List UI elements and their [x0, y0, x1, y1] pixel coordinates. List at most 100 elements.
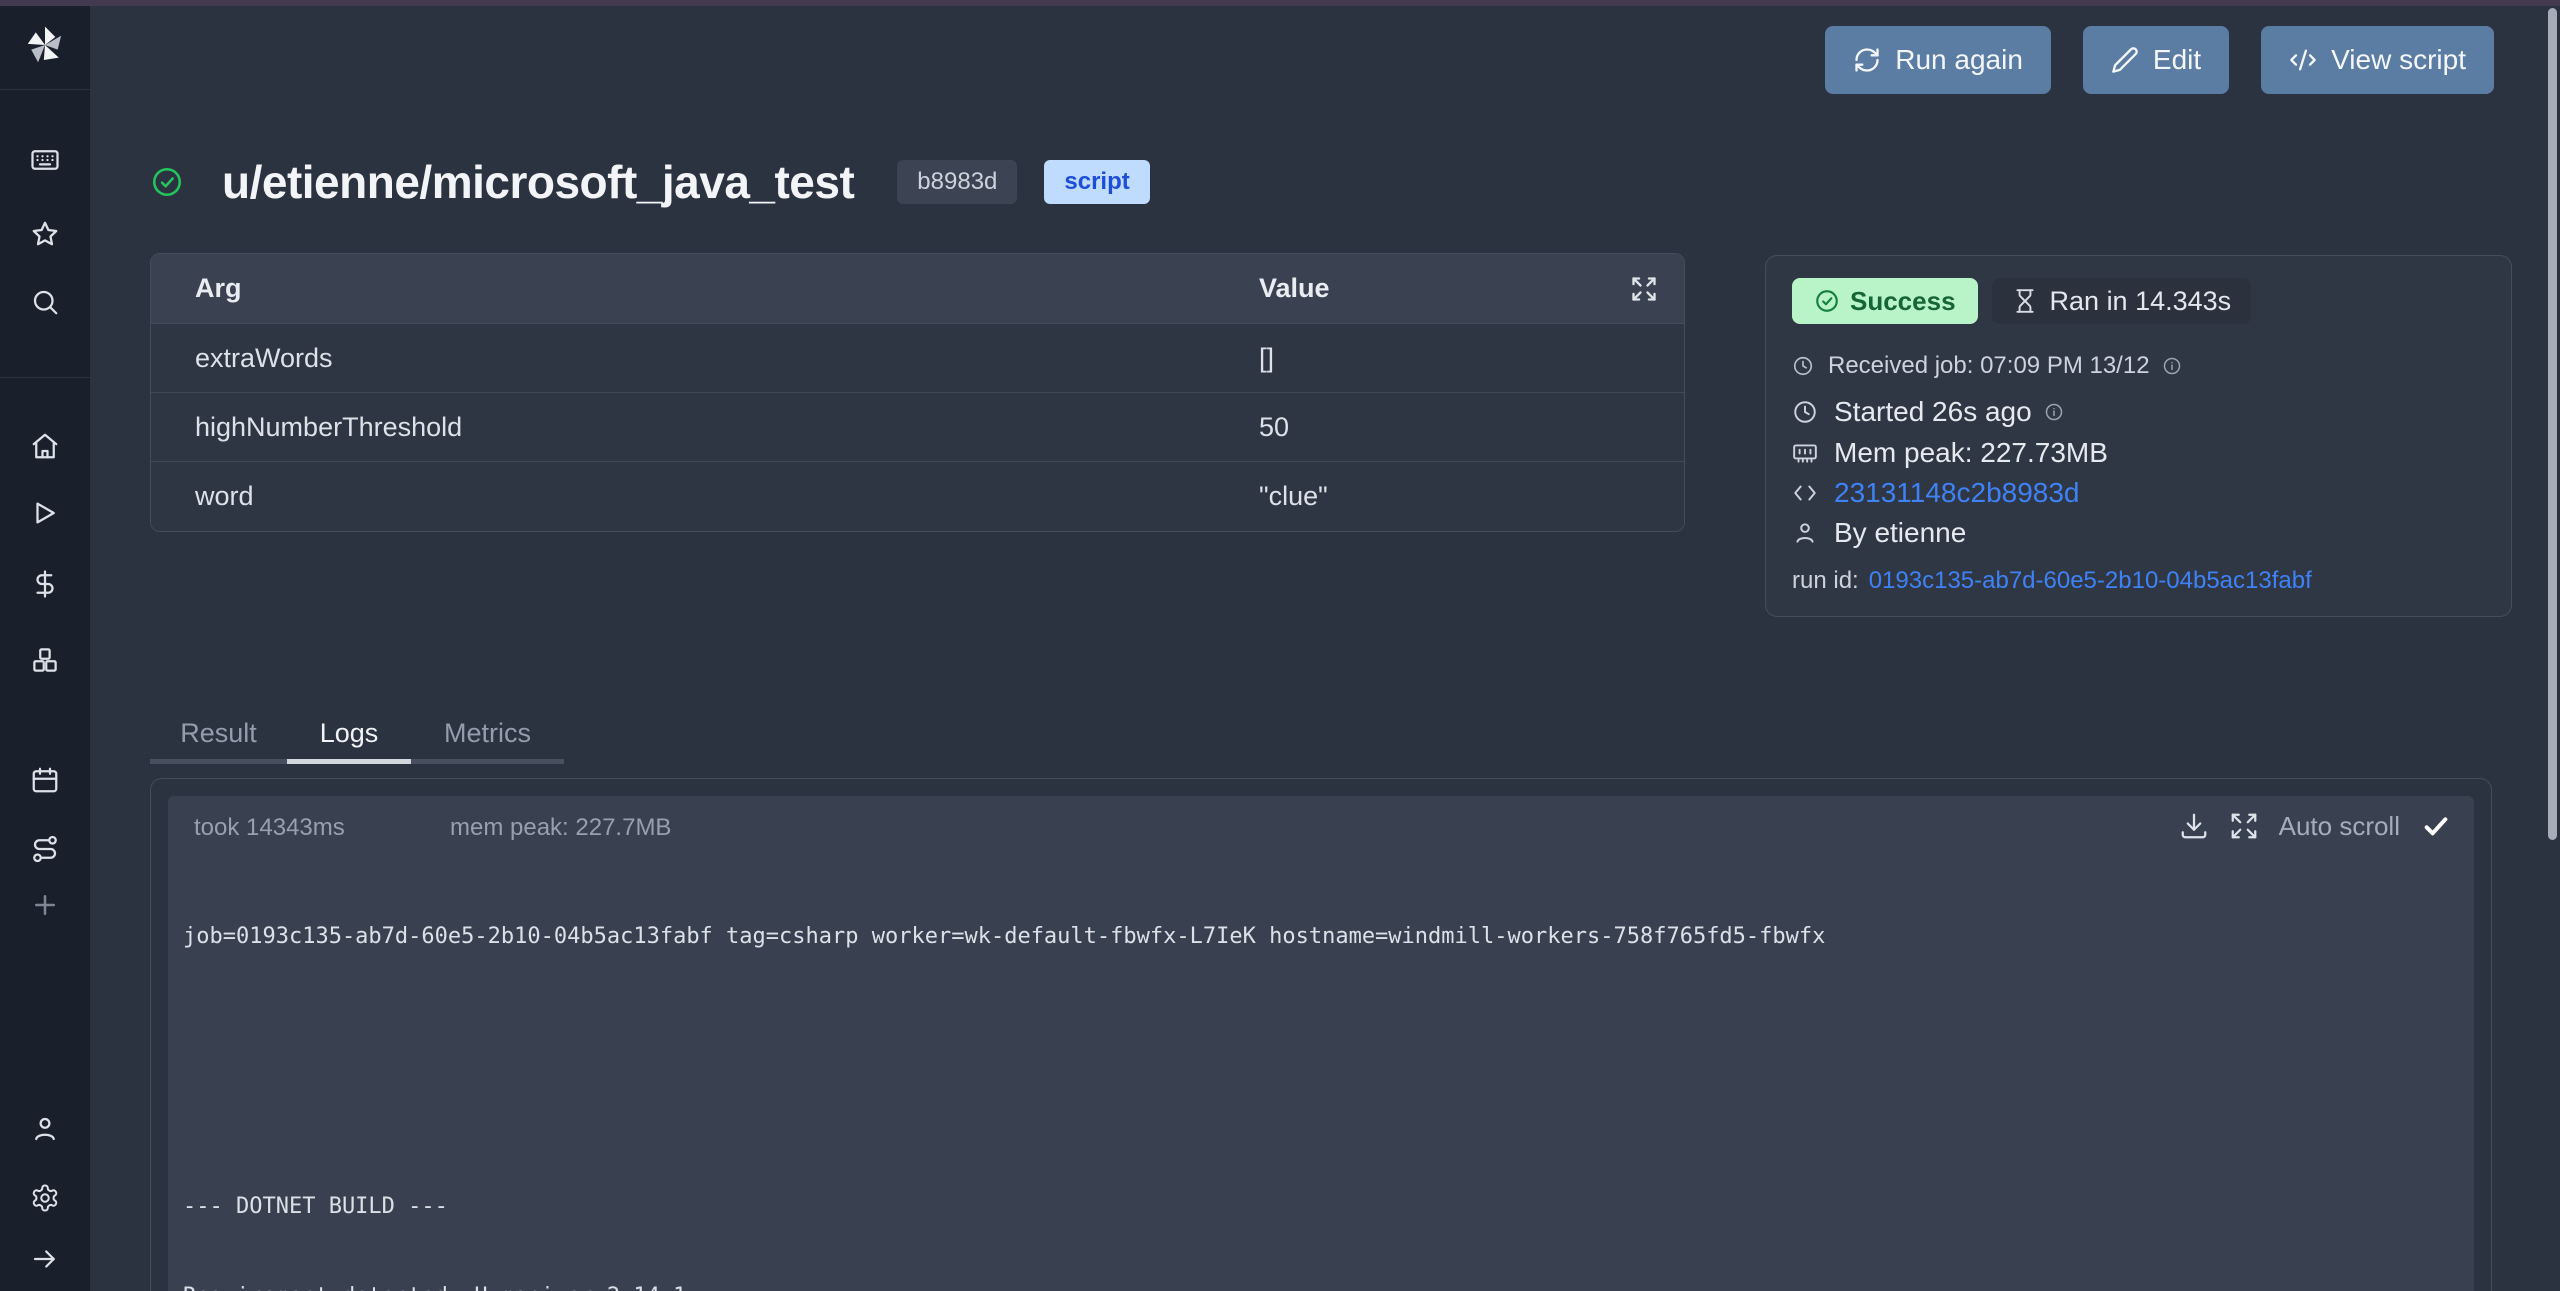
tab-logs[interactable]: Logs: [287, 708, 411, 764]
log-viewer: took 14343ms mem peak: 227.7MB Auto scro…: [168, 796, 2474, 1291]
info-icon[interactable]: [2162, 356, 2182, 376]
arg-value: []: [1259, 343, 1274, 374]
tab-result-label: Result: [180, 718, 257, 749]
author-label: By etienne: [1834, 517, 1966, 549]
tab-logs-label: Logs: [320, 718, 379, 749]
sidebar-item-schedules[interactable]: [29, 764, 61, 796]
run-again-button[interactable]: Run again: [1825, 26, 2051, 94]
table-row: highNumberThreshold 50: [151, 393, 1684, 462]
edit-button[interactable]: Edit: [2083, 26, 2229, 94]
status-label: Success: [1850, 286, 1956, 317]
page-scrollbar-thumb[interactable]: [2548, 8, 2557, 840]
tab-metrics[interactable]: Metrics: [411, 708, 564, 764]
table-row: extraWords []: [151, 324, 1684, 393]
table-row: word "clue": [151, 462, 1684, 531]
sidebar-item-apps[interactable]: [29, 144, 61, 176]
log-line: job=0193c135-ab7d-60e5-2b10-04b5ac13fabf…: [183, 922, 2474, 952]
view-script-label: View script: [2331, 44, 2466, 76]
code-icon: [1792, 480, 1818, 506]
run-id-link[interactable]: 0193c135-ab7d-60e5-2b10-04b5ac13fabf: [1869, 567, 2312, 595]
calendar-icon: [30, 765, 60, 795]
script-kind-badge: script: [1044, 160, 1149, 204]
sidebar-item-home[interactable]: [29, 430, 61, 462]
download-log-icon[interactable]: [2179, 811, 2209, 841]
run-id-label: run id:: [1792, 567, 1859, 595]
boxes-icon: [30, 645, 60, 675]
pencil-icon: [2111, 46, 2139, 74]
action-buttons: Run again Edit View script: [1825, 26, 2494, 94]
page-title: u/etienne/microsoft_java_test: [222, 155, 854, 209]
duration-label: Ran in 14.343s: [2050, 286, 2232, 317]
log-line: Requirement detected: Humanizer 2.14.1: [183, 1282, 2474, 1291]
started-label: Started 26s ago: [1834, 396, 2032, 428]
windmill-run-page: Run again Edit View script u/etienne/mic…: [0, 0, 2560, 1291]
user-icon: [1792, 520, 1818, 546]
dollar-icon: [30, 569, 60, 599]
play-icon: [30, 498, 60, 528]
hash-badge[interactable]: b8983d: [897, 160, 1017, 204]
clock-icon: [1792, 399, 1818, 425]
code-icon: [2289, 46, 2317, 74]
run-id-row: run id: 0193c135-ab7d-60e5-2b10-04b5ac13…: [1792, 567, 2312, 595]
info-icon[interactable]: [2044, 402, 2064, 422]
sidebar-item-settings[interactable]: [29, 1182, 61, 1214]
success-check-circle-icon: [150, 165, 184, 199]
clock-icon: [1792, 355, 1814, 377]
user-icon: [30, 1114, 60, 1144]
tab-result[interactable]: Result: [150, 708, 287, 764]
log-mem-peak: mem peak: 227.7MB: [450, 814, 671, 842]
args-table-header: Arg Value: [151, 254, 1684, 324]
window-top-strip: [0, 0, 2560, 6]
refresh-icon: [1853, 46, 1881, 74]
run-again-label: Run again: [1895, 44, 2023, 76]
sidebar-item-workflows[interactable]: [29, 833, 61, 865]
sidebar-item-account[interactable]: [29, 1113, 61, 1145]
status-row: Success Ran in 14.343s: [1792, 278, 2251, 324]
args-table: Arg Value extraWords [] highNumberThresh…: [150, 253, 1685, 532]
expand-log-icon[interactable]: [2229, 811, 2259, 841]
log-duration: took 14343ms: [194, 814, 345, 842]
arg-name: extraWords: [195, 343, 333, 374]
hourglass-icon: [2012, 288, 2038, 314]
sidebar-item-runs[interactable]: [29, 497, 61, 529]
edit-label: Edit: [2153, 44, 2201, 76]
log-output: job=0193c135-ab7d-60e5-2b10-04b5ac13fabf…: [183, 862, 2474, 1291]
args-col-arg: Arg: [195, 273, 242, 304]
search-icon: [30, 287, 60, 317]
sidebar-item-favorites[interactable]: [29, 218, 61, 250]
sidebar-divider: [0, 377, 90, 378]
keyboard-icon: [30, 145, 60, 175]
mem-peak-row: Mem peak: 227.73MB: [1792, 437, 2108, 469]
received-row: Received job: 07:09 PM 13/12: [1792, 352, 2182, 380]
view-script-button[interactable]: View script: [2261, 26, 2494, 94]
sidebar-item-add[interactable]: [29, 889, 61, 921]
arg-name: word: [195, 481, 254, 512]
args-col-value: Value: [1259, 273, 1330, 304]
tab-metrics-label: Metrics: [444, 718, 531, 749]
windmill-pinwheel-icon: [22, 22, 68, 68]
arg-name: highNumberThreshold: [195, 412, 462, 443]
script-hash-link[interactable]: 23131148c2b8983d: [1834, 477, 2080, 509]
auto-scroll-label[interactable]: Auto scroll: [2279, 811, 2400, 842]
sidebar-item-collapse[interactable]: [29, 1243, 61, 1275]
auto-scroll-checkmark-icon[interactable]: [2420, 810, 2452, 842]
arg-value: "clue": [1259, 481, 1328, 512]
expand-args-icon[interactable]: [1630, 275, 1658, 303]
received-label: Received job: 07:09 PM 13/12: [1828, 352, 2150, 380]
home-icon: [30, 431, 60, 461]
run-info-panel: Success Ran in 14.343s Received job: 07:…: [1765, 255, 2512, 617]
windmill-logo[interactable]: [0, 0, 90, 90]
result-tabs: Result Logs Metrics: [150, 708, 564, 764]
mem-peak-label: Mem peak: 227.73MB: [1834, 437, 2108, 469]
sidebar-item-search[interactable]: [29, 286, 61, 318]
log-line: [183, 1102, 2474, 1132]
check-circle-icon: [1814, 288, 1840, 314]
status-badge: Success: [1792, 278, 1978, 324]
arrow-right-icon: [30, 1244, 60, 1274]
plus-icon: [30, 890, 60, 920]
memory-icon: [1792, 440, 1818, 466]
arg-value: 50: [1259, 412, 1289, 443]
sidebar-item-costs[interactable]: [29, 568, 61, 600]
log-line: --- DOTNET BUILD ---: [183, 1192, 2474, 1222]
sidebar-item-resources[interactable]: [29, 644, 61, 676]
